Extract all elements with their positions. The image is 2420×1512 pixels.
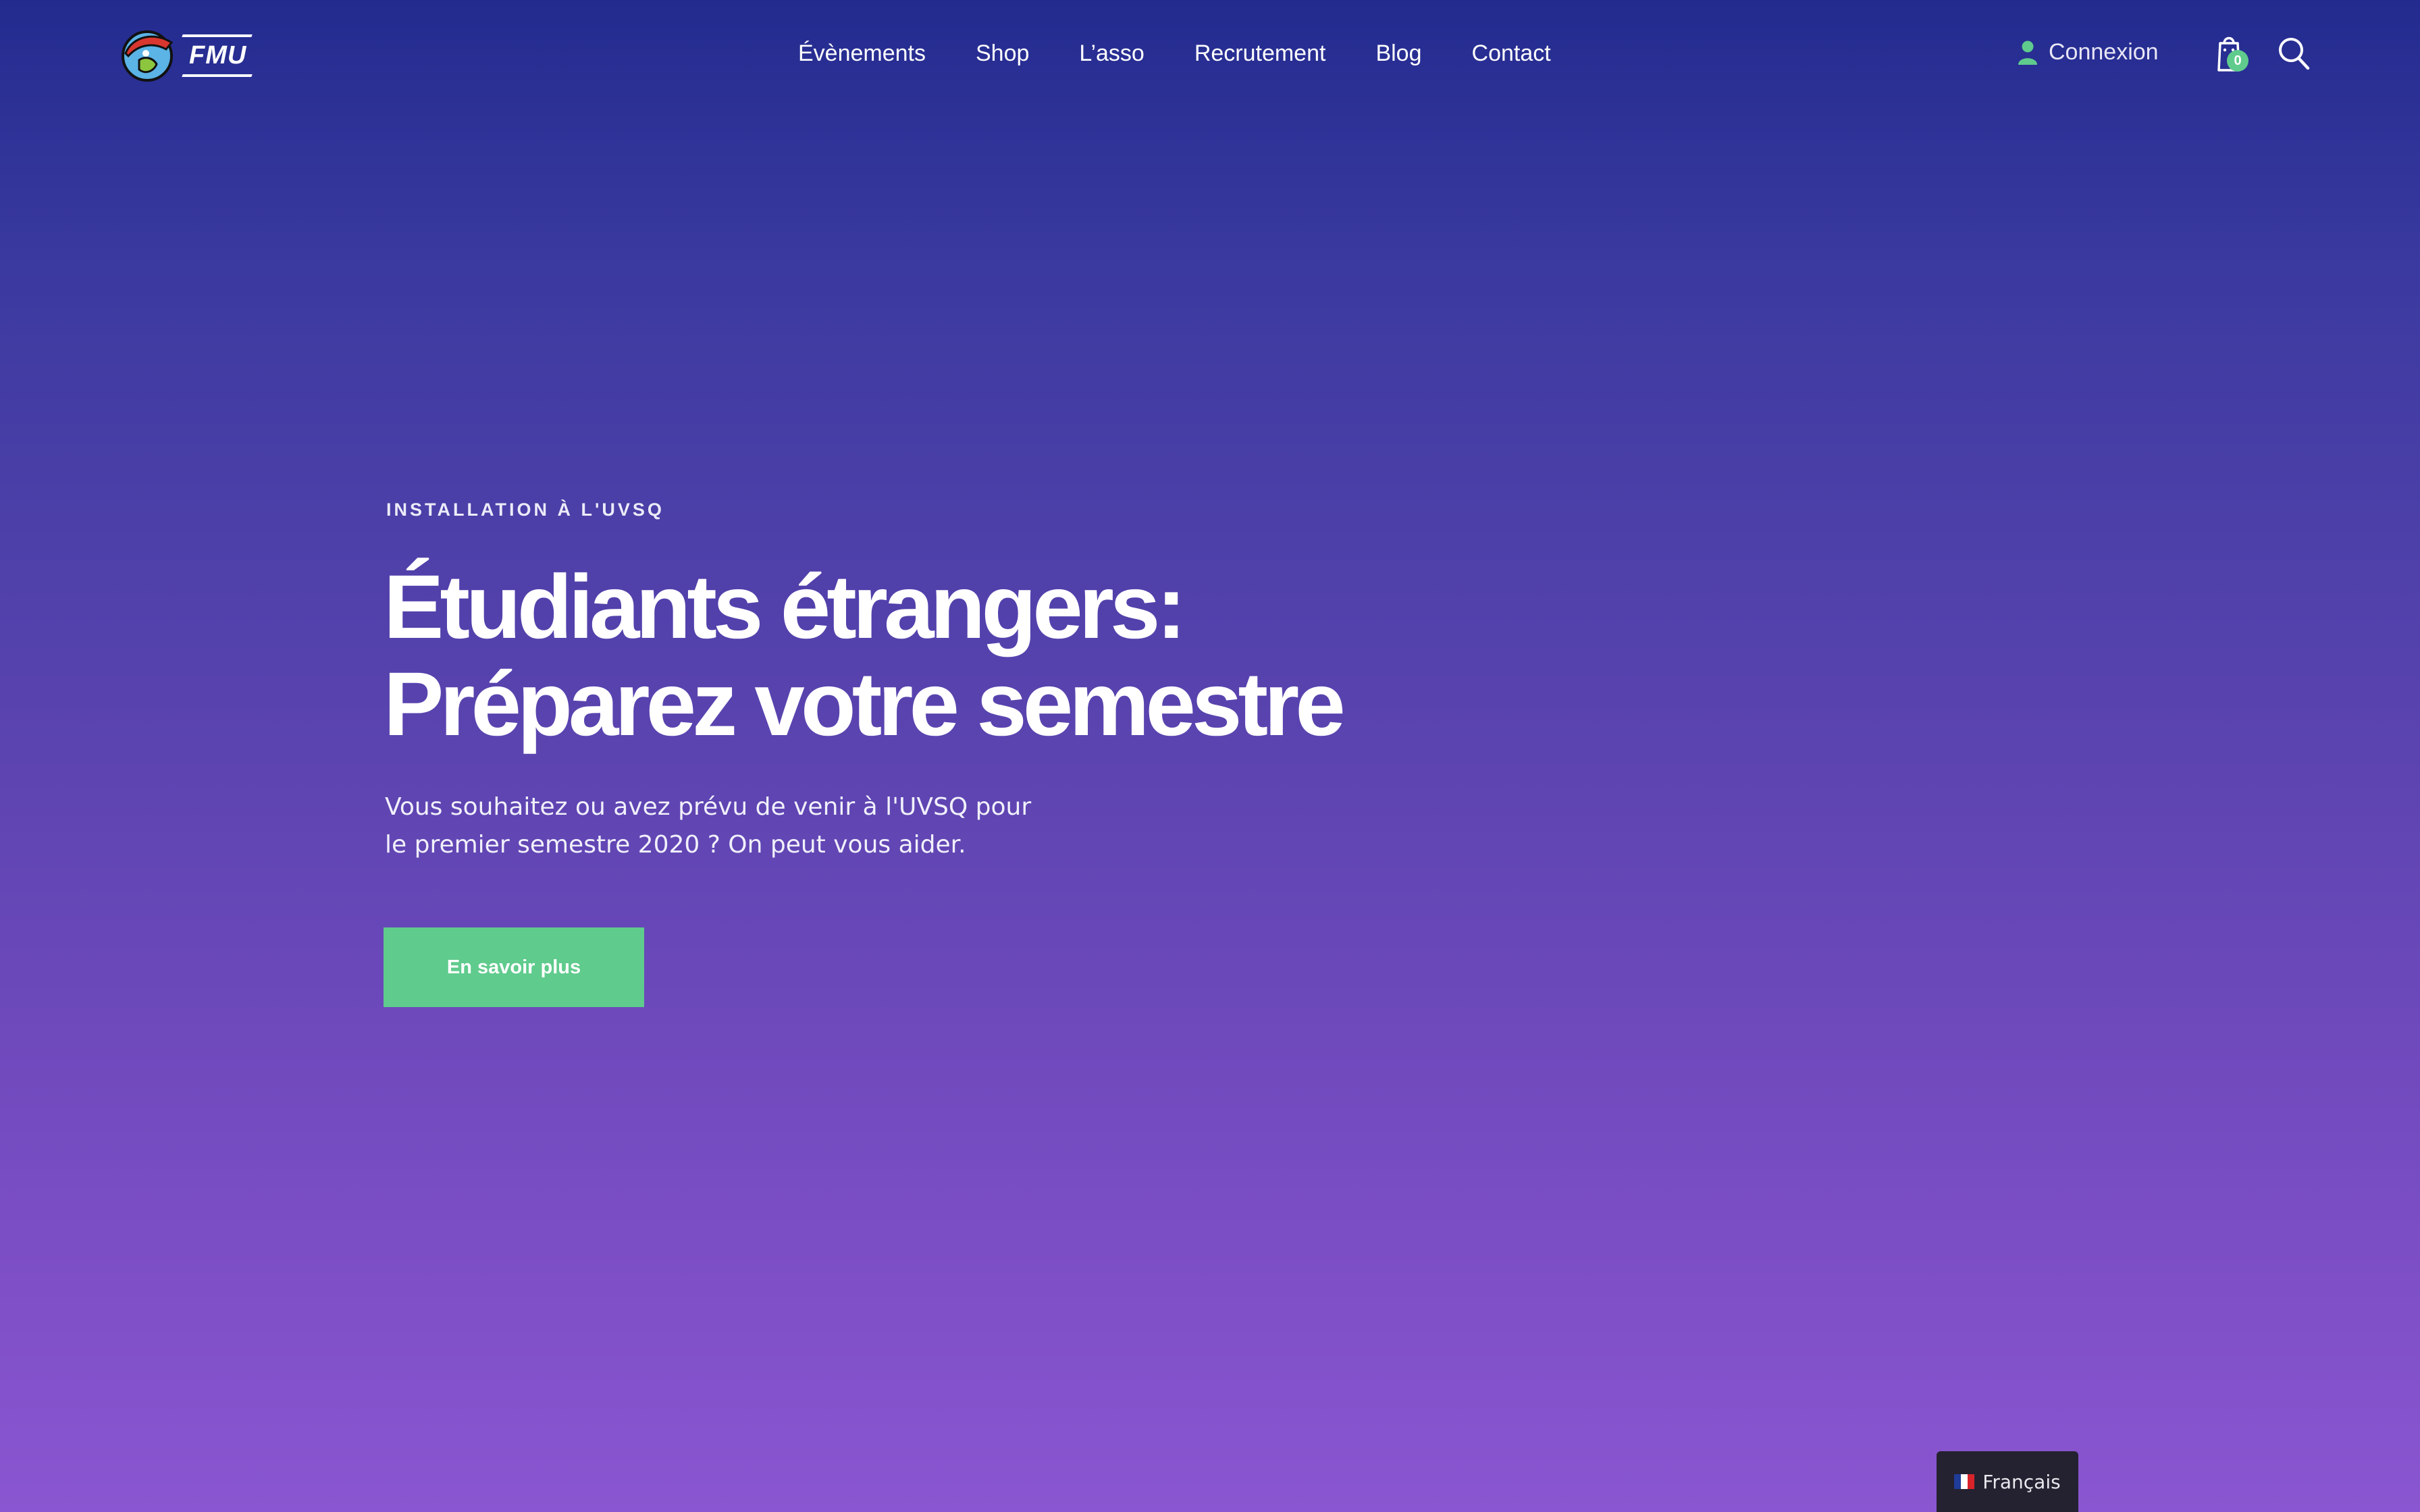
hero-lead-text: Vous souhaitez ou avez prévu de venir à … <box>385 793 1032 859</box>
logo-mark-icon <box>122 30 174 82</box>
login-link[interactable]: Connexion <box>2018 39 2159 65</box>
search-button[interactable] <box>2277 35 2311 72</box>
hero-headline: Étudiants étrangers: Préparez votre seme… <box>384 559 1464 753</box>
nav-item-lasso[interactable]: L’asso <box>1079 35 1144 72</box>
language-switcher[interactable]: Français <box>1937 1451 2078 1512</box>
hero-headline-line-2: Préparez votre semestre <box>384 654 1346 755</box>
nav-item-shop[interactable]: Shop <box>976 35 1029 72</box>
flag-fr-icon <box>1954 1474 1975 1489</box>
nav-item-evenements[interactable]: Évènements <box>798 35 926 72</box>
cart-button[interactable]: 0 <box>2213 32 2251 76</box>
logo-text: FMU <box>185 37 251 73</box>
hero-eyebrow: INSTALLATION À L'UVSQ <box>386 500 664 520</box>
site-logo[interactable]: FMU <box>119 24 251 85</box>
hero-section: INSTALLATION À L'UVSQ Étudiants étranger… <box>384 498 1464 1007</box>
user-icon <box>2018 40 2037 65</box>
language-label: Français <box>1982 1470 2061 1493</box>
cart-count-badge: 0 <box>2227 50 2248 72</box>
main-nav: Évènements Shop L’asso Recrutement Blog … <box>798 35 1551 72</box>
learn-more-button[interactable]: En savoir plus <box>384 927 644 1007</box>
site-header: FMU Évènements Shop L’asso Recrutement B… <box>0 0 2420 108</box>
nav-item-blog[interactable]: Blog <box>1375 35 1421 72</box>
nav-item-contact[interactable]: Contact <box>1472 35 1551 72</box>
nav-item-recrutement[interactable]: Recrutement <box>1194 35 1326 72</box>
search-icon <box>2279 38 2310 70</box>
login-label: Connexion <box>2049 39 2159 65</box>
hero-headline-line-1: Étudiants étrangers: <box>384 557 1186 657</box>
